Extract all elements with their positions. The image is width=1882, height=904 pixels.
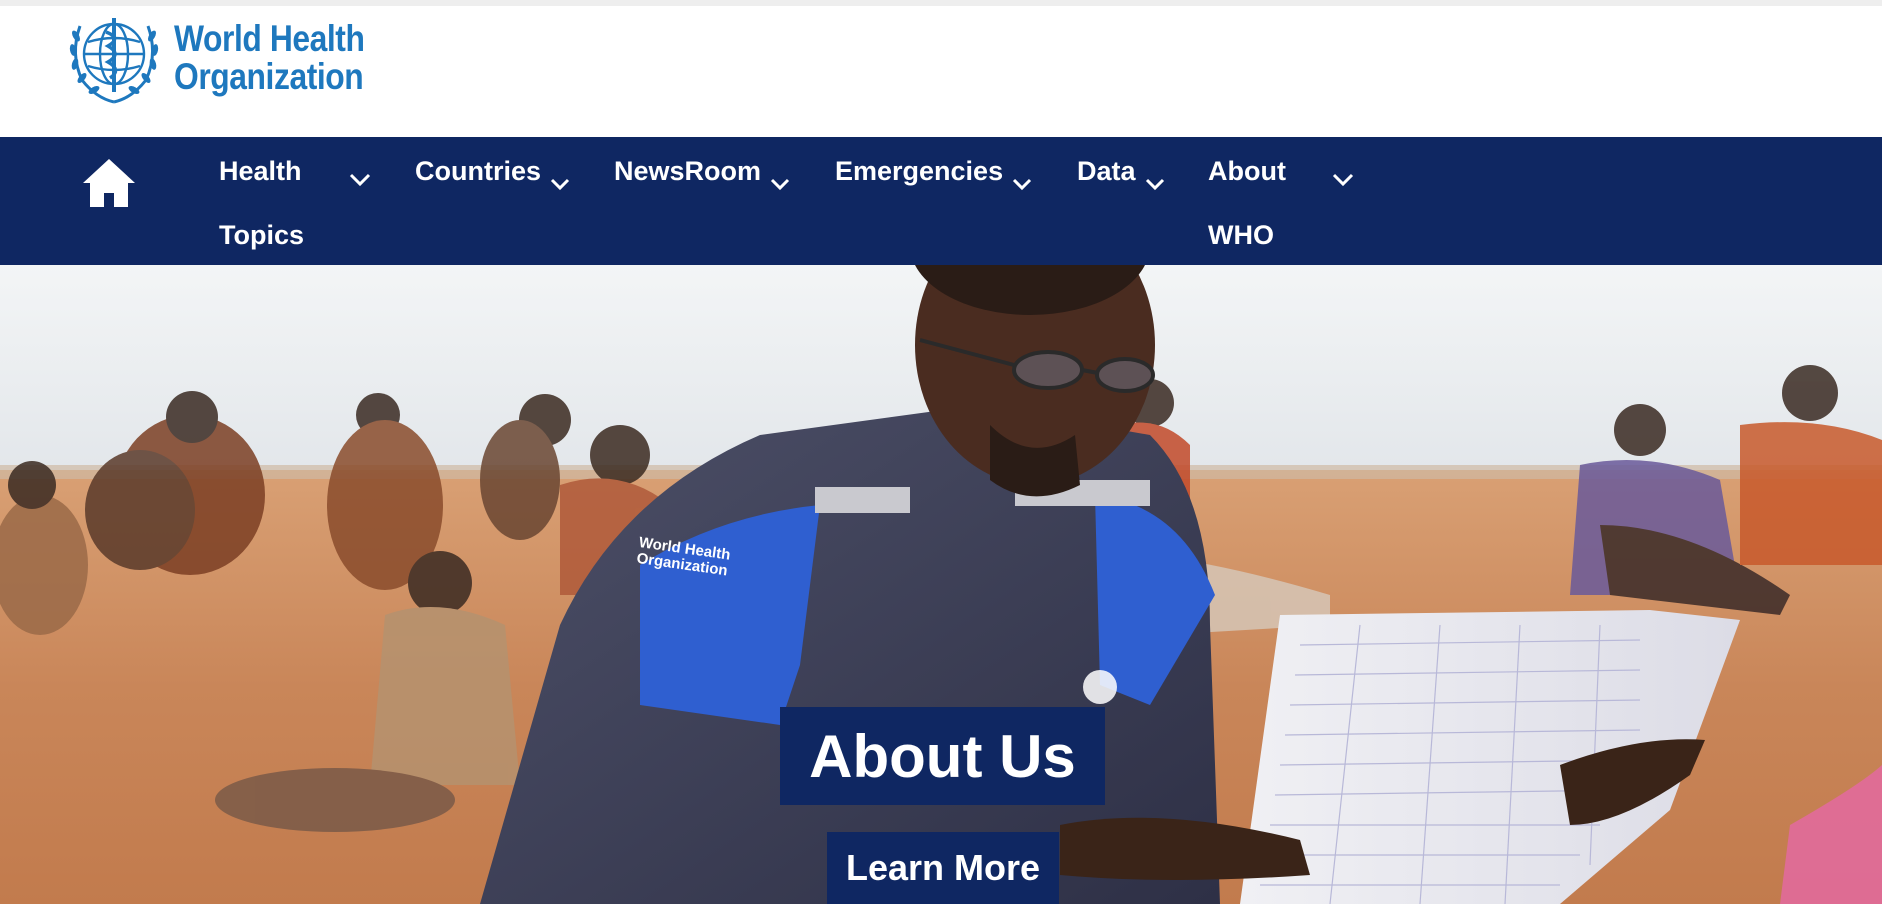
hero-title-box: About Us [780,707,1105,805]
chevron-down-icon [349,163,371,194]
site-header: World Health Organization [0,6,1882,137]
nav-newsroom[interactable]: NewsRoom [614,137,790,202]
nav-about-who-label2: WHO [1208,220,1274,250]
nav-health-topics-label2: Topics [219,220,305,250]
nav-newsroom-label: NewsRoom [614,156,762,186]
who-emblem-icon [62,4,166,113]
who-logo-link[interactable]: World Health Organization [62,6,396,110]
chevron-down-icon [1332,163,1354,194]
chevron-down-icon [550,168,570,202]
chevron-down-icon [770,168,790,202]
chevron-down-icon [1145,168,1165,202]
nav-data-label: Data [1077,156,1136,186]
hero-photo [0,265,1882,904]
nav-emergencies[interactable]: Emergencies [835,137,1032,202]
nav-emergencies-label: Emergencies [835,156,1004,186]
main-navigation: Health Topics Countries NewsRoom Emergen… [0,137,1882,265]
nav-health-topics[interactable]: Health Topics [219,137,371,266]
home-button[interactable] [81,157,137,213]
nav-about-who[interactable]: About WHO [1208,137,1354,266]
who-wordmark: World Health Organization [174,20,396,96]
nav-countries-label: Countries [415,156,542,186]
brand-name-line1: World Health [174,18,365,59]
nav-data[interactable]: Data [1077,137,1165,202]
brand-name-line2: Organization [174,56,364,97]
home-icon [81,159,137,213]
nav-about-who-label: About [1208,156,1286,186]
learn-more-button[interactable]: Learn More [827,832,1059,904]
nav-countries[interactable]: Countries [415,137,570,202]
chevron-down-icon [1012,168,1032,202]
hero-banner: World Health Organization [0,265,1882,904]
hero-title: About Us [809,722,1076,790]
nav-health-topics-label: Health [219,156,302,186]
